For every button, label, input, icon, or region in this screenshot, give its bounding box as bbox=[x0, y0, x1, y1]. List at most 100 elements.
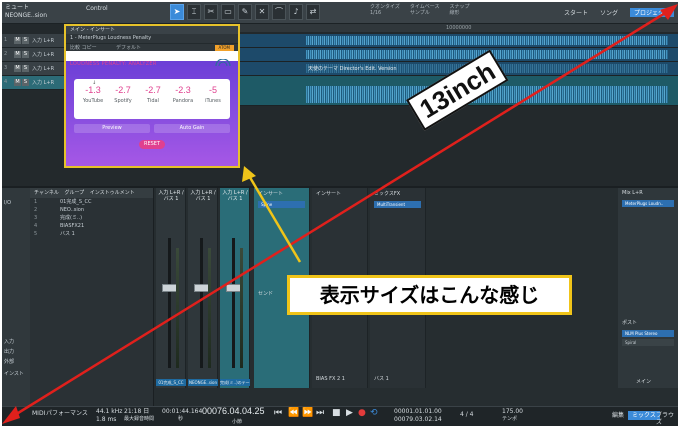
channel-strip[interactable]: 入力 L+R / バス 1 完成(ミ..)のテーマ_MIX_CD bbox=[220, 188, 250, 388]
song-tab[interactable]: ソング bbox=[600, 8, 618, 17]
io-button[interactable]: I/O bbox=[4, 200, 11, 206]
track-header[interactable]: 1 M S 入力 L+R bbox=[2, 34, 66, 48]
penalty-values-card: ↓ -1.3 YouTube -2.7 Spotify -2.7 Tidal -… bbox=[74, 79, 230, 119]
arrow-tool-icon[interactable]: ➤ bbox=[170, 4, 184, 20]
penalty-tidal[interactable]: -2.7 Tidal bbox=[138, 85, 168, 104]
loop-start[interactable]: 00001.01.01.00 bbox=[394, 408, 442, 415]
reset-button[interactable]: RESET bbox=[139, 140, 165, 149]
solo-button[interactable]: S bbox=[22, 37, 29, 44]
mixfx-slot[interactable]: MultiTransient bbox=[374, 201, 421, 208]
strip-name[interactable]: NEONGE..sion bbox=[188, 379, 218, 386]
loop-end[interactable]: 00079.03.02.14 bbox=[394, 416, 442, 423]
loop-icon[interactable]: ⟲ bbox=[370, 409, 378, 418]
penalty-spotify[interactable]: -2.7 Spotify bbox=[108, 85, 138, 104]
solo-button[interactable]: S bbox=[22, 79, 29, 86]
record-icon[interactable]: ● bbox=[358, 409, 366, 418]
strip-name[interactable]: 完成(ミ..)のテーマ_MIX_CD bbox=[220, 379, 250, 386]
track-header[interactable]: 2 M S 入力 L+R bbox=[2, 48, 66, 62]
tab-browse[interactable]: ブラウズ bbox=[652, 411, 678, 426]
timebase-group[interactable]: タイムベース サンプル bbox=[410, 4, 440, 16]
split-tool-icon[interactable]: ✂ bbox=[204, 4, 218, 20]
post-slot[interactable]: Spiral bbox=[622, 339, 674, 346]
input-button[interactable]: 入力 bbox=[4, 338, 14, 345]
main-strip-name[interactable]: メイン bbox=[636, 378, 651, 385]
penalty-youtube[interactable]: -1.3 YouTube bbox=[78, 85, 108, 104]
stop-icon[interactable]: ■ bbox=[332, 409, 341, 418]
split-view-icon[interactable]: ⇄ bbox=[306, 4, 320, 20]
track-header[interactable]: 3 M S 入力 L+R bbox=[2, 62, 66, 76]
list-item[interactable]: 5 バス 1 bbox=[30, 230, 153, 238]
plugin-window[interactable]: メイン - インサート 1 - MeterPlugs Loudness Pena… bbox=[64, 24, 240, 168]
group-tab[interactable]: グループ bbox=[64, 190, 84, 196]
mute-button[interactable]: M bbox=[14, 37, 21, 44]
channel-strip[interactable]: 入力 L+R / バス 1 01完成_S_CC bbox=[156, 188, 186, 388]
listen-tool-icon[interactable]: ♪ bbox=[289, 4, 303, 20]
post-slot[interactable]: NLM Plus Stereo bbox=[622, 330, 674, 337]
channel-strip[interactable]: 入力 L+R / バス 1 NEONGE..sion bbox=[188, 188, 218, 388]
auto-gain-button[interactable]: Auto Gain bbox=[154, 124, 230, 133]
mute-button[interactable]: M bbox=[14, 51, 21, 58]
track-header[interactable]: 4 M S 入力 L+R bbox=[2, 76, 66, 90]
audio-waveform[interactable] bbox=[306, 36, 668, 45]
solo-button[interactable]: S bbox=[22, 65, 29, 72]
quantize-area: クオンタイズ 1/16 タイムベース サンプル スナップ 線形 bbox=[370, 4, 470, 16]
eraser-tool-icon[interactable]: ▭ bbox=[221, 4, 235, 20]
plugin-name[interactable]: 1 - MeterPlugs Loudness Penalty bbox=[70, 35, 151, 41]
bias-strip-name[interactable]: BIAS FX 2 1 bbox=[312, 374, 349, 384]
plugin-preset-bar: 比較 コピー デフォルト ATOM bbox=[66, 43, 238, 51]
output-button[interactable]: 出力 bbox=[4, 348, 14, 355]
track-number: 2 bbox=[4, 51, 8, 57]
quantize-group[interactable]: クオンタイズ 1/16 bbox=[370, 4, 400, 16]
mute-tool-icon[interactable]: ✕ bbox=[255, 4, 269, 20]
time-display[interactable]: 00:01:44.164 bbox=[162, 408, 202, 415]
forward-end-icon[interactable]: ⏭ bbox=[316, 409, 324, 418]
main-insert-slot[interactable]: MeterPlugs Loudn.. bbox=[622, 200, 674, 207]
plugin-window-title[interactable]: メイン - インサート bbox=[66, 26, 238, 34]
instrument-tab[interactable]: インストゥルメント bbox=[90, 190, 135, 196]
strip-routing[interactable]: 入力 L+R / バス 1 bbox=[221, 190, 249, 202]
list-item[interactable]: 3 完成(ミ..) bbox=[30, 214, 153, 222]
strip-name[interactable]: 01完成_S_CC bbox=[156, 379, 186, 386]
main-input[interactable]: Mix L+R bbox=[618, 188, 678, 198]
tab-edit[interactable]: 編集 bbox=[608, 411, 628, 420]
rewind-icon[interactable]: ⏪ bbox=[288, 409, 299, 418]
tempo-label: テンポ bbox=[502, 416, 518, 422]
mixer-side-panel: I/O 入力 出力 外部 インスト bbox=[2, 188, 30, 408]
preview-button[interactable]: Preview bbox=[74, 124, 150, 133]
solo-button[interactable]: S bbox=[22, 51, 29, 58]
insert-slot[interactable]: Spine bbox=[258, 201, 305, 208]
project-tab[interactable]: プロジェクト bbox=[629, 8, 674, 17]
mute-button[interactable]: M bbox=[14, 65, 21, 72]
start-tab[interactable]: スタート bbox=[564, 8, 588, 17]
volume-fader[interactable] bbox=[162, 284, 177, 292]
channel-tab[interactable]: チャンネル bbox=[34, 190, 59, 196]
list-item[interactable]: 1 01完成_S_CC bbox=[30, 198, 153, 206]
penalty-pandora[interactable]: -2.3 Pandora bbox=[168, 85, 198, 104]
penalty-itunes[interactable]: -5 iTunes bbox=[198, 85, 228, 104]
range-tool-icon[interactable]: ⌶ bbox=[187, 4, 201, 20]
list-item[interactable]: 2 NEO..sion bbox=[30, 206, 153, 214]
external-button[interactable]: 外部 bbox=[4, 358, 14, 365]
volume-fader[interactable] bbox=[226, 284, 241, 292]
list-item[interactable]: 4 BIASFX21 bbox=[30, 222, 153, 230]
rewind-start-icon[interactable]: ⏮ bbox=[274, 409, 282, 418]
bar-position[interactable]: 00076.04.04.25 bbox=[202, 407, 265, 416]
tempo-value[interactable]: 175.00 bbox=[502, 408, 523, 415]
mute-button[interactable]: M bbox=[14, 79, 21, 86]
top-toolbar: ミュート NEONGE..sion Control ➤ ⌶ ✂ ▭ ✎ ✕ ⌒ … bbox=[2, 2, 678, 24]
instrument-button[interactable]: インスト bbox=[4, 370, 24, 377]
play-icon[interactable]: ▶ bbox=[346, 409, 353, 418]
bend-tool-icon[interactable]: ⌒ bbox=[272, 4, 286, 20]
insert-title: インサート bbox=[316, 191, 342, 197]
strip-routing[interactable]: 入力 L+R / バス 1 bbox=[157, 190, 185, 202]
forward-icon[interactable]: ⏩ bbox=[302, 409, 313, 418]
clip-label: 天使のテーマ Director's Edit. Version bbox=[308, 66, 397, 72]
bus-strip-name[interactable]: バス 1 bbox=[370, 373, 393, 384]
pencil-tool-icon[interactable]: ✎ bbox=[238, 4, 252, 20]
midi-indicator[interactable]: MIDI bbox=[32, 410, 45, 417]
volume-fader[interactable] bbox=[194, 284, 209, 292]
strip-routing[interactable]: 入力 L+R / バス 1 bbox=[189, 190, 217, 202]
main-bus-strip[interactable]: Mix L+R MeterPlugs Loudn.. ポスト NLM Plus … bbox=[618, 188, 678, 388]
snap-group[interactable]: スナップ 線形 bbox=[450, 4, 470, 16]
time-signature[interactable]: 4 / 4 bbox=[460, 411, 473, 418]
